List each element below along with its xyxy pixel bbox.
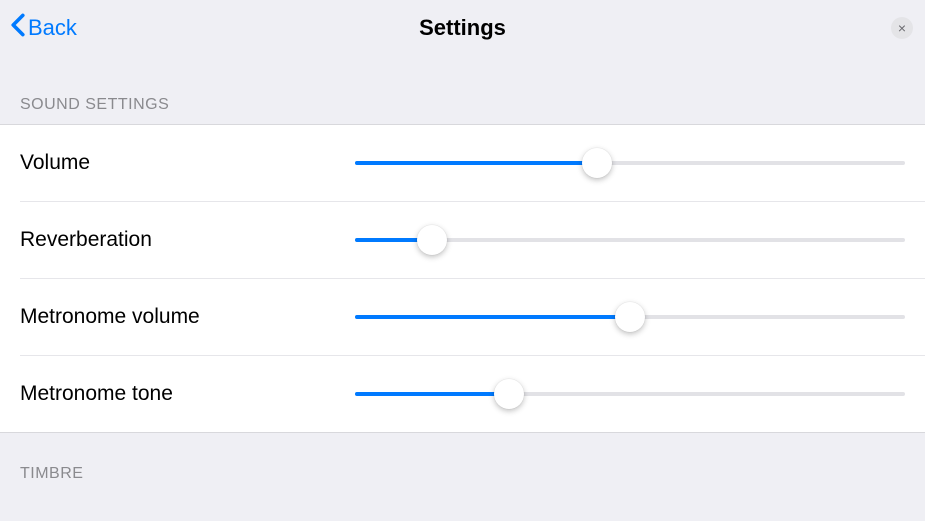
slider-thumb[interactable] [615, 302, 645, 332]
slider-thumb[interactable] [494, 379, 524, 409]
page-title: Settings [419, 15, 506, 41]
slider-fill [355, 315, 630, 319]
metronome-volume-slider[interactable] [355, 302, 905, 332]
metronome-volume-label: Metronome volume [20, 305, 355, 329]
metronome-tone-label: Metronome tone [20, 382, 355, 406]
metronome-tone-slider[interactable] [355, 379, 905, 409]
slider-thumb[interactable] [582, 148, 612, 178]
section-header-sound: Sound Settings [0, 56, 925, 124]
reverberation-label: Reverberation [20, 228, 355, 252]
back-label: Back [28, 15, 77, 41]
chevron-left-icon [10, 13, 26, 43]
sound-settings-group: Volume Reverberation Metronome volume Me… [0, 124, 925, 433]
section-header-timbre: Timbre [0, 433, 925, 493]
volume-label: Volume [20, 151, 355, 175]
back-button[interactable]: Back [10, 13, 77, 43]
row-metronome-volume: Metronome volume [0, 279, 925, 355]
row-reverberation: Reverberation [0, 202, 925, 278]
row-volume: Volume [0, 125, 925, 201]
volume-slider[interactable] [355, 148, 905, 178]
slider-fill [355, 161, 597, 165]
close-icon: × [898, 20, 906, 36]
nav-bar: Back Settings × [0, 0, 925, 56]
close-button[interactable]: × [891, 17, 913, 39]
slider-fill [355, 392, 509, 396]
slider-thumb[interactable] [417, 225, 447, 255]
reverberation-slider[interactable] [355, 225, 905, 255]
row-metronome-tone: Metronome tone [0, 356, 925, 432]
